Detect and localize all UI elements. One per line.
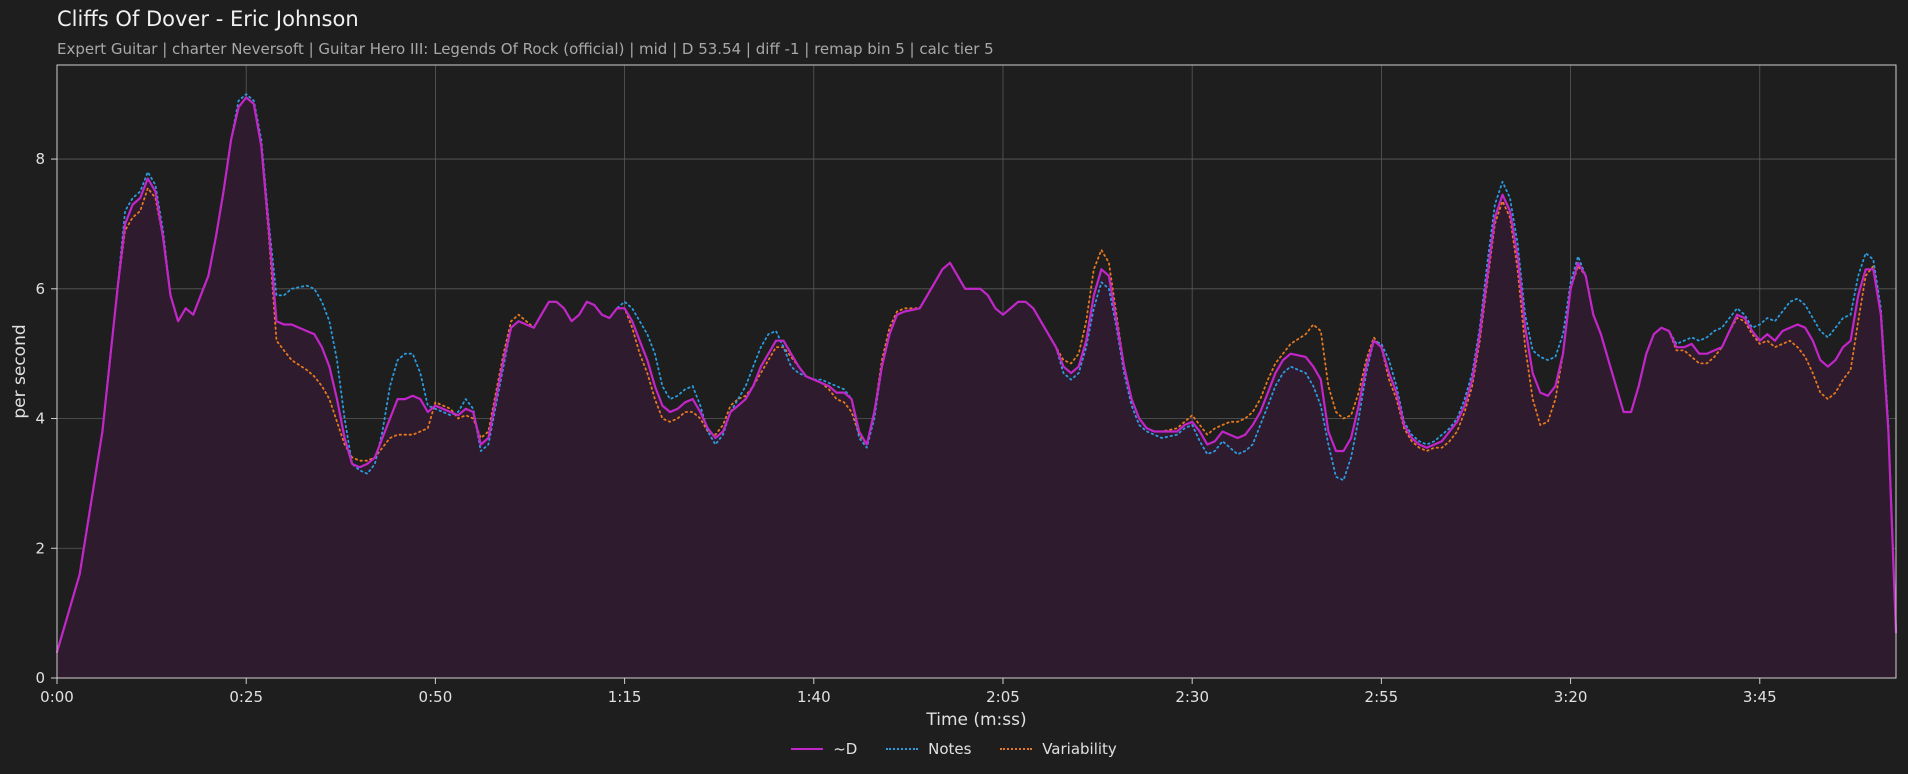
legend-item-d: ~D	[791, 740, 857, 758]
legend-label-d: ~D	[833, 740, 858, 758]
series-layer	[55, 93, 1898, 678]
x-tick-label: 3:20	[1554, 688, 1588, 706]
x-tick-label: 1:40	[797, 688, 831, 706]
y-tick-label: 8	[35, 150, 45, 168]
legend-label-notes: Notes	[928, 740, 972, 758]
legend-item-notes: Notes	[886, 740, 971, 758]
x-tick-label: 2:55	[1365, 688, 1399, 706]
x-tick-label: 1:15	[608, 688, 642, 706]
legend-swatch-variability	[1000, 748, 1033, 750]
legend-label-variability: Variability	[1042, 740, 1117, 758]
y-tick-label: 2	[35, 539, 45, 557]
x-tick-label: 2:30	[1175, 688, 1209, 706]
x-tick-label: 0:25	[229, 688, 263, 706]
x-tick-label: 0:00	[40, 688, 74, 706]
legend-item-variability: Variability	[1000, 740, 1117, 758]
x-axis-label: Time (m:ss)	[925, 710, 1026, 730]
y-tick-label: 6	[35, 280, 45, 298]
legend-swatch-d	[791, 748, 824, 750]
x-tick-label: 0:50	[419, 688, 453, 706]
x-tick-label: 3:45	[1743, 688, 1777, 706]
y-axis-label: per second	[10, 324, 30, 418]
series-d-area	[57, 97, 1896, 678]
y-tick-label: 4	[35, 410, 45, 428]
legend: ~D Notes Variability	[0, 736, 1908, 758]
x-tick-label: 2:05	[986, 688, 1020, 706]
chart-plot: 0:00 0:25 0:50 1:15 1:40 2:05 2:30 2:55 3:20 3:45…	[10, 64, 1898, 730]
y-tick-label: 0	[35, 669, 45, 687]
legend-swatch-notes	[886, 748, 919, 750]
